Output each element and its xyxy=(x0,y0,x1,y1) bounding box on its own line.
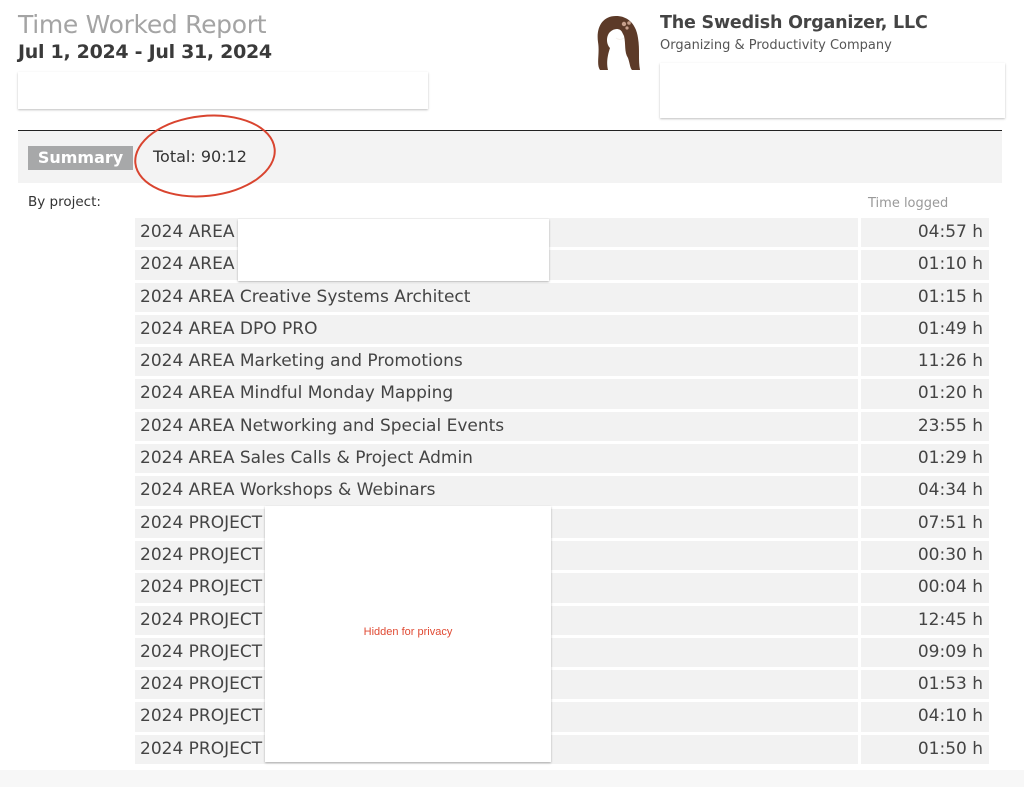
project-name: 2024 AREA Workshops & Webinars xyxy=(135,476,861,509)
time-logged: 01:15 h xyxy=(861,282,989,315)
time-logged: 01:20 h xyxy=(861,379,989,412)
table-row: 2024 AREA Workshops & Webinars 04:34 h xyxy=(135,476,992,509)
annotation-ellipse xyxy=(130,107,280,205)
time-logged: 09:09 h xyxy=(861,637,989,671)
summary-badge: Summary xyxy=(28,146,133,170)
time-logged-header: Time logged xyxy=(868,196,949,211)
date-range: Jul 1, 2024 - Jul 31, 2024 xyxy=(18,41,272,63)
time-logged: 11:26 h xyxy=(861,347,989,380)
table-row: 2024 PROJECT 12:45 h xyxy=(135,605,992,638)
table-row: 2024 AREA Sales Calls & Project Admin 01:… xyxy=(135,444,992,477)
footer-band xyxy=(0,770,1024,787)
table-row: 2024 PROJECT 01:50 h xyxy=(135,734,992,768)
table-row: 2024 AREA Marketing and Promotions 11:26 … xyxy=(135,347,992,380)
table-row: 2024 AREA Creative Systems Architect 01:1… xyxy=(135,282,992,315)
table-row: 2024 PROJECT 09:09 h xyxy=(135,637,992,671)
time-logged: 00:04 h xyxy=(861,573,989,606)
project-name: 2024 AREA Sales Calls & Project Admin xyxy=(135,444,861,477)
time-logged: 01:50 h xyxy=(861,734,989,768)
time-logged: 01:53 h xyxy=(861,670,989,703)
redaction-label: Hidden for privacy xyxy=(363,626,453,638)
project-name: 2024 AREA Mindful Monday Mapping xyxy=(135,379,861,412)
redaction-box-bottom: Hidden for privacy xyxy=(265,506,551,762)
project-name: 2024 AREA Networking and Special Events xyxy=(135,411,861,445)
table-row: 2024 AREA Networking and Special Events 2… xyxy=(135,411,992,445)
time-logged: 04:34 h xyxy=(861,476,989,509)
company-name: The Swedish Organizer, LLC xyxy=(660,13,928,33)
client-info-box xyxy=(18,72,428,109)
table-row: 2024 AREA DPO PRO 01:49 h xyxy=(135,314,992,348)
time-logged: 00:30 h xyxy=(861,540,989,574)
project-name: 2024 AREA DPO PRO xyxy=(135,314,861,348)
table-row: 2024 PROJECT 04:10 h xyxy=(135,702,992,735)
project-table: 2024 AREA 04:57 h 2024 AREA 01:10 h 2024 ARE… xyxy=(135,218,992,768)
time-logged: 04:57 h xyxy=(861,218,989,251)
time-logged: 23:55 h xyxy=(861,411,989,445)
table-row: 2024 PROJECT 00:30 h xyxy=(135,540,992,574)
report-title: Time Worked Report xyxy=(18,10,267,39)
time-logged: 04:10 h xyxy=(861,702,989,735)
time-logged: 12:45 h xyxy=(861,605,989,638)
company-tagline: Organizing & Productivity Company xyxy=(660,38,892,53)
table-row: 2024 PROJECT 00:04 h xyxy=(135,573,992,606)
by-project-label: By project: xyxy=(28,194,101,210)
table-row: 2024 AREA Mindful Monday Mapping 01:20 h xyxy=(135,379,992,412)
woman-silhouette-logo-icon xyxy=(597,16,640,70)
table-row: 2024 PROJECT 01:53 h xyxy=(135,670,992,703)
project-name: 2024 AREA Creative Systems Architect xyxy=(135,282,861,315)
time-logged: 07:51 h xyxy=(861,508,989,541)
time-logged: 01:10 h xyxy=(861,250,989,283)
project-name: 2024 AREA Marketing and Promotions xyxy=(135,347,861,380)
table-row: 2024 PROJECT 07:51 h xyxy=(135,508,992,541)
company-info-box xyxy=(660,63,1005,118)
time-logged: 01:49 h xyxy=(861,314,989,348)
time-logged: 01:29 h xyxy=(861,444,989,477)
redaction-box-top xyxy=(238,219,549,281)
